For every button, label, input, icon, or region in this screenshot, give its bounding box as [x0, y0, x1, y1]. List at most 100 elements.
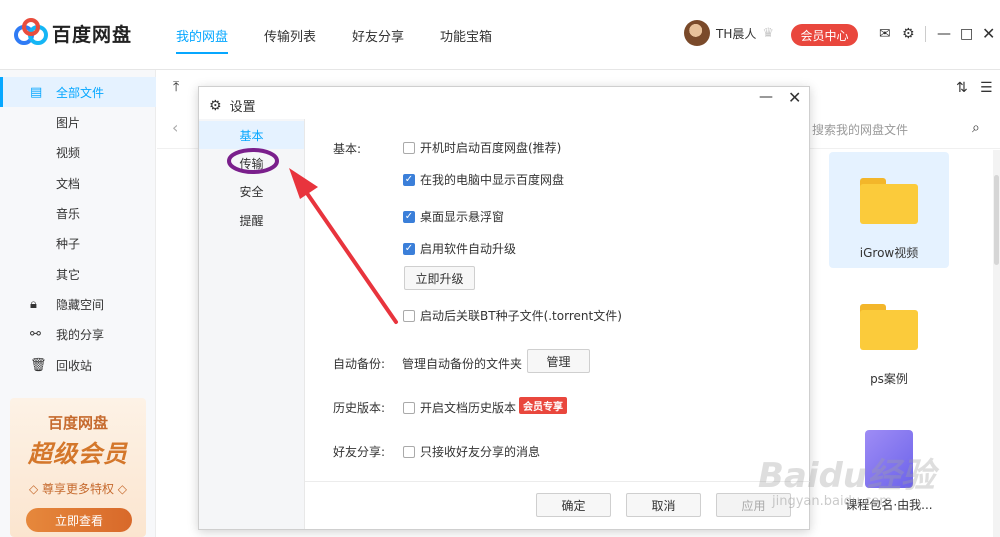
gear-icon: ⚙: [209, 97, 222, 114]
sidebar-item-documents[interactable]: 文档: [0, 168, 156, 198]
checkbox[interactable]: ✓: [403, 210, 415, 223]
promo-title: 超级会员: [28, 440, 128, 468]
auto-backup-text: 管理自动备份的文件夹: [402, 357, 523, 371]
settings-gear-icon[interactable]: ⚙: [902, 26, 915, 42]
tab-transfer-list[interactable]: 传输列表: [264, 0, 316, 70]
friend-share-checkbox[interactable]: 只接收好友分享的消息: [403, 443, 540, 460]
file-name: iGrow视频: [859, 246, 919, 260]
dialog-close-icon[interactable]: ✕: [788, 88, 801, 107]
sidebar-item-label: 种子: [56, 236, 81, 251]
file-tile[interactable]: ps案例: [829, 278, 949, 394]
sort-icon[interactable]: ⇅: [956, 80, 968, 96]
option-label: 只接收好友分享的消息: [420, 445, 541, 459]
ok-button[interactable]: 确定: [536, 493, 611, 517]
list-view-icon[interactable]: ☰: [980, 80, 993, 96]
settings-tab-basic[interactable]: 基本: [199, 121, 304, 149]
autostart-checkbox[interactable]: 开机时启动百度网盘(推荐): [403, 139, 561, 156]
file-tile[interactable]: iGrow视频: [829, 152, 949, 268]
user-name: TH晨人: [716, 26, 757, 41]
upgrade-now-button[interactable]: 立即升级: [404, 266, 475, 290]
sidebar-item-music[interactable]: 音乐: [0, 198, 156, 228]
checkbox[interactable]: ✓: [403, 242, 415, 255]
show-in-pc-checkbox[interactable]: ✓ 在我的电脑中显示百度网盘: [403, 171, 564, 188]
window-controls-divider: [925, 26, 926, 42]
auto-backup-label: 自动备份:: [333, 357, 386, 371]
cancel-button[interactable]: 取消: [626, 493, 701, 517]
top-bar: 百度网盘 我的网盘 传输列表 好友分享 功能宝箱 TH晨人 ♛ 会员中心 ✉ ⚙…: [0, 0, 1000, 70]
option-label: 启动后关联BT种子文件(.torrent文件): [420, 309, 622, 323]
sidebar-item-videos[interactable]: 视频: [0, 137, 156, 167]
sidebar-item-images[interactable]: 图片: [0, 107, 156, 137]
scrollbar-thumb[interactable]: [994, 175, 999, 265]
sidebar-item-other[interactable]: 其它: [0, 259, 156, 289]
option-label: 桌面显示悬浮窗: [420, 210, 505, 224]
left-sidebar: ▤ 全部文件 图片 视频 文档 音乐 种子 其它 🔒︎ 隐藏空间 ⚯ 我的分享 …: [0, 70, 156, 537]
auto-upgrade-checkbox[interactable]: ✓ 启用软件自动升级: [403, 240, 516, 257]
checkbox[interactable]: [403, 401, 415, 414]
file-icon: ▤: [30, 84, 43, 100]
bt-association-checkbox[interactable]: 启动后关联BT种子文件(.torrent文件): [403, 307, 622, 324]
super-vip-promo[interactable]: 百度网盘 超级会员 ◇ 尊享更多特权 ◇ 立即查看: [10, 398, 146, 537]
maximize-icon[interactable]: □: [960, 26, 973, 42]
option-label: 开机时启动百度网盘(推荐): [420, 141, 562, 155]
dialog-title-bar: ⚙ 设置: [209, 96, 256, 116]
option-label: 在我的电脑中显示百度网盘: [420, 173, 565, 187]
vip-exclusive-badge: 会员专享: [519, 397, 567, 414]
watermark-brand: Baidu经验: [758, 456, 936, 496]
sidebar-item-label: 文档: [56, 176, 81, 191]
float-window-checkbox[interactable]: ✓ 桌面显示悬浮窗: [403, 208, 504, 225]
upload-icon[interactable]: ⤒: [173, 79, 179, 95]
main-nav: 我的网盘 传输列表 好友分享 功能宝箱: [176, 0, 528, 70]
manage-button[interactable]: 管理: [527, 349, 590, 373]
vip-center-button[interactable]: 会员中心: [791, 24, 858, 46]
file-name: ps案例: [870, 372, 908, 386]
sidebar-item-label: 音乐: [56, 206, 81, 221]
avatar[interactable]: [684, 20, 710, 46]
folder-icon: [860, 304, 918, 350]
checkbox[interactable]: ✓: [403, 173, 415, 186]
tab-toolbox[interactable]: 功能宝箱: [440, 0, 492, 70]
trash-icon: 🗑︎: [30, 357, 47, 373]
folder-icon: [860, 178, 918, 224]
sidebar-item-hidden-space[interactable]: 🔒︎ 隐藏空间: [0, 289, 156, 319]
sidebar-item-label: 我的分享: [56, 327, 105, 342]
history-version-checkbox[interactable]: 开启文档历史版本: [403, 399, 516, 416]
app-name: 百度网盘: [52, 23, 133, 46]
dialog-title: 设置: [229, 100, 256, 115]
checkbox[interactable]: [403, 309, 415, 322]
sidebar-item-label: 全部文件: [56, 85, 105, 100]
share-icon: ⚯: [30, 326, 41, 342]
settings-tab-transfer[interactable]: 传输: [199, 149, 304, 177]
sidebar-item-label: 视频: [56, 145, 81, 160]
sidebar-item-torrents[interactable]: 种子: [0, 228, 156, 258]
settings-tab-reminder[interactable]: 提醒: [199, 206, 304, 234]
back-arrow-icon[interactable]: ‹: [172, 118, 178, 137]
tab-my-disk[interactable]: 我的网盘: [176, 0, 229, 70]
crown-icon: ♛: [762, 25, 775, 41]
settings-nav: 基本 传输 安全 提醒: [199, 119, 304, 529]
option-label: 开启文档历史版本: [420, 401, 517, 415]
nav-divider: [304, 119, 305, 529]
option-label: 启用软件自动升级: [420, 242, 517, 256]
promo-brand: 百度网盘: [47, 414, 108, 432]
settings-dialog: ⚙ 设置 — ✕ 基本 传输 安全 提醒 基本: 开机时启动百度网盘(推荐) ✓…: [198, 86, 810, 530]
checkbox[interactable]: [403, 445, 415, 458]
mail-icon[interactable]: ✉: [879, 26, 891, 42]
close-icon[interactable]: ✕: [982, 26, 995, 42]
user-profile[interactable]: TH晨人 ♛: [684, 20, 774, 46]
promo-view-button[interactable]: 立即查看: [26, 508, 132, 532]
sidebar-item-my-shares[interactable]: ⚯ 我的分享: [0, 319, 156, 349]
sidebar-item-label: 回收站: [56, 358, 93, 373]
search-input[interactable]: 搜索我的网盘文件: [812, 121, 908, 138]
search-icon[interactable]: ⌕: [972, 120, 980, 136]
settings-tab-security[interactable]: 安全: [199, 177, 304, 205]
sidebar-item-recycle-bin[interactable]: 🗑︎ 回收站: [0, 350, 156, 380]
minimize-icon[interactable]: —: [937, 26, 951, 42]
sidebar-item-all-files[interactable]: ▤ 全部文件: [0, 77, 156, 107]
lock-icon: 🔒︎: [30, 296, 37, 312]
dialog-minimize-icon[interactable]: —: [759, 89, 777, 105]
tab-friend-share[interactable]: 好友分享: [352, 0, 404, 70]
app-logo[interactable]: 百度网盘: [14, 18, 132, 48]
basic-section-label: 基本:: [333, 142, 362, 156]
checkbox[interactable]: [403, 141, 415, 154]
